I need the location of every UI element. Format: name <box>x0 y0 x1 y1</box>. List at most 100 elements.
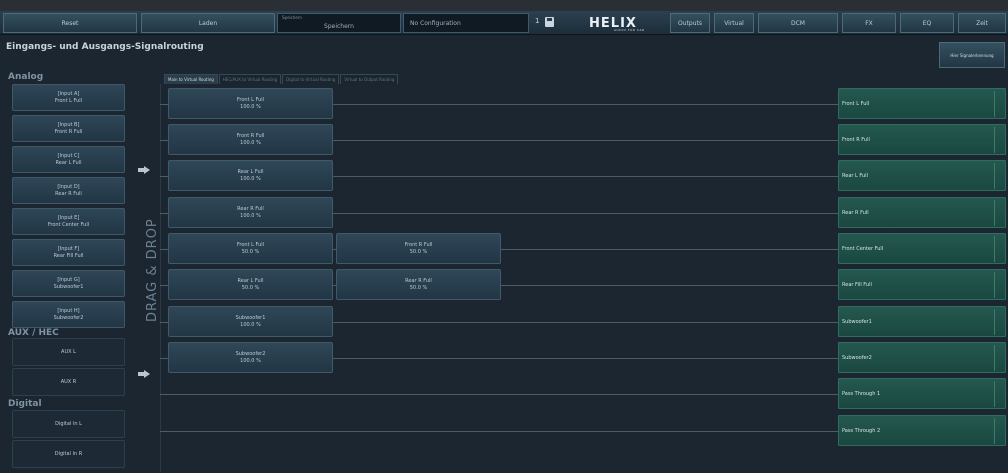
save-icon[interactable] <box>545 17 554 27</box>
source-level: 50.0 % <box>409 248 428 255</box>
aux-r-button[interactable]: AUX R <box>12 368 125 396</box>
virtual-button[interactable]: Virtual <box>714 13 754 33</box>
source-name: Rear R Full <box>237 205 264 212</box>
output-rear-r[interactable]: Rear R Full <box>838 197 1006 228</box>
signal-detect-button[interactable]: Hier Signalerkennung <box>939 42 1005 68</box>
output-pass-through-2[interactable]: Pass Through 2 <box>838 415 1006 446</box>
source-subwoofer2[interactable]: Subwoofer2 100.0 % <box>168 342 333 373</box>
input-id: [Input B] <box>57 121 80 128</box>
input-id: [Input E] <box>57 214 80 221</box>
input-label: Subwoofer2 <box>53 314 84 321</box>
source-fill-rear-r[interactable]: Rear R Full 50.0 % <box>336 269 501 300</box>
input-id: [Input A] <box>57 90 80 97</box>
input-label: Front L Full <box>54 97 83 104</box>
input-g-button[interactable]: [Input G] Subwoofer1 <box>12 270 125 297</box>
source-level: 100.0 % <box>240 139 261 146</box>
source-level: 100.0 % <box>240 321 261 328</box>
input-id: [Input F] <box>57 245 80 252</box>
source-rear-l[interactable]: Rear L Full 100.0 % <box>168 160 333 191</box>
page-title: Eingangs- und Ausgangs-Signalrouting <box>6 42 204 52</box>
fx-button[interactable]: FX <box>842 13 896 33</box>
input-label: Subwoofer1 <box>53 283 84 290</box>
aux-l-button[interactable]: AUX L <box>12 338 125 366</box>
source-center-front-r[interactable]: Front R Full 50.0 % <box>336 233 501 264</box>
preset-caption: Speichern <box>282 15 302 20</box>
digital-heading: Digital <box>8 399 42 409</box>
tab-digital-to-virtual[interactable]: Digital to Virtual Routing <box>282 74 340 84</box>
title-strip <box>0 0 1008 11</box>
source-level: 100.0 % <box>240 175 261 182</box>
source-level: 100.0 % <box>240 103 261 110</box>
digital-in-r-button[interactable]: Digital In R <box>12 440 125 468</box>
output-front-r[interactable]: Front R Full <box>838 124 1006 155</box>
source-name: Front R Full <box>404 241 433 248</box>
reset-button[interactable]: Reset <box>3 13 137 33</box>
toolbar: Reset Laden Speichern Speichern No Confi… <box>0 11 1008 35</box>
preset-value: Speichern <box>324 23 354 30</box>
output-front-center[interactable]: Front Center Full <box>838 233 1006 264</box>
input-e-button[interactable]: [Input E] Front Center Full <box>12 208 125 235</box>
input-id: [Input D] <box>57 183 80 190</box>
input-label: Rear Fill Full <box>53 252 84 259</box>
source-fill-rear-l[interactable]: Rear L Full 50.0 % <box>168 269 333 300</box>
source-name: Rear L Full <box>237 277 264 284</box>
input-h-button[interactable]: [Input H] Subwoofer2 <box>12 301 125 328</box>
logo-subtitle: AUDIO FOR CAR <box>614 28 645 32</box>
source-name: Subwoofer2 <box>235 350 266 357</box>
route-line <box>160 394 838 395</box>
input-id: [Input H] <box>57 307 80 314</box>
aux-heading: AUX / HEC <box>8 328 59 338</box>
input-f-button[interactable]: [Input F] Rear Fill Full <box>12 239 125 266</box>
drag-drop-hint: DRAG & DROP <box>145 218 160 322</box>
source-name: Subwoofer1 <box>235 314 266 321</box>
analog-heading: Analog <box>8 72 44 82</box>
source-front-l[interactable]: Front L Full 100.0 % <box>168 88 333 119</box>
source-name: Rear R Full <box>405 277 432 284</box>
arrow-right-icon <box>138 166 150 174</box>
source-level: 100.0 % <box>240 212 261 219</box>
source-center-front-l[interactable]: Front L Full 50.0 % <box>168 233 333 264</box>
output-rear-fill[interactable]: Rear Fill Full <box>838 269 1006 300</box>
source-rear-r[interactable]: Rear R Full 100.0 % <box>168 197 333 228</box>
source-front-r[interactable]: Front R Full 100.0 % <box>168 124 333 155</box>
source-name: Front R Full <box>236 132 265 139</box>
load-button[interactable]: Laden <box>141 13 275 33</box>
tab-virtual-to-output[interactable]: Virtual to Output Routing <box>340 74 399 84</box>
routing-tabs: Main to Virtual Routing HEC/AUX to Virtu… <box>164 74 399 84</box>
tab-main-to-virtual[interactable]: Main to Virtual Routing <box>164 74 218 84</box>
output-subwoofer2[interactable]: Subwoofer2 <box>838 342 1006 373</box>
input-b-button[interactable]: [Input B] Front R Full <box>12 115 125 142</box>
output-pass-through-1[interactable]: Pass Through 1 <box>838 378 1006 409</box>
input-label: Rear R Full <box>55 190 82 197</box>
tab-hec-aux-to-virtual[interactable]: HEC/AUX to Virtual Routing <box>218 74 282 84</box>
zeit-button[interactable]: Zeit <box>958 13 1006 33</box>
source-name: Front L Full <box>236 241 265 248</box>
input-label: Rear L Full <box>55 159 82 166</box>
source-level: 50.0 % <box>241 248 260 255</box>
route-line <box>160 431 838 432</box>
preset-select[interactable]: Speichern Speichern <box>277 13 401 33</box>
input-a-button[interactable]: [Input A] Front L Full <box>12 84 125 111</box>
input-label: Front Center Full <box>47 221 90 228</box>
source-name: Front L Full <box>236 96 265 103</box>
input-d-button[interactable]: [Input D] Rear R Full <box>12 177 125 204</box>
source-level: 100.0 % <box>240 357 261 364</box>
output-front-l[interactable]: Front L Full <box>838 88 1006 119</box>
arrow-right-icon <box>138 370 150 378</box>
config-number: 1 <box>535 17 540 25</box>
source-level: 50.0 % <box>241 284 260 291</box>
eq-button[interactable]: EQ <box>900 13 954 33</box>
dcm-button[interactable]: DCM <box>758 13 838 33</box>
source-level: 50.0 % <box>409 284 428 291</box>
configuration-field[interactable]: No Configuration <box>403 13 529 33</box>
digital-in-l-button[interactable]: Digital In L <box>12 410 125 438</box>
source-name: Rear L Full <box>237 168 264 175</box>
source-subwoofer1[interactable]: Subwoofer1 100.0 % <box>168 306 333 337</box>
output-rear-l[interactable]: Rear L Full <box>838 160 1006 191</box>
input-id: [Input C] <box>57 152 80 159</box>
input-label: Front R Full <box>54 128 83 135</box>
input-c-button[interactable]: [Input C] Rear L Full <box>12 146 125 173</box>
output-subwoofer1[interactable]: Subwoofer1 <box>838 306 1006 337</box>
outputs-button[interactable]: Outputs <box>670 13 710 33</box>
input-id: [Input G] <box>57 276 80 283</box>
